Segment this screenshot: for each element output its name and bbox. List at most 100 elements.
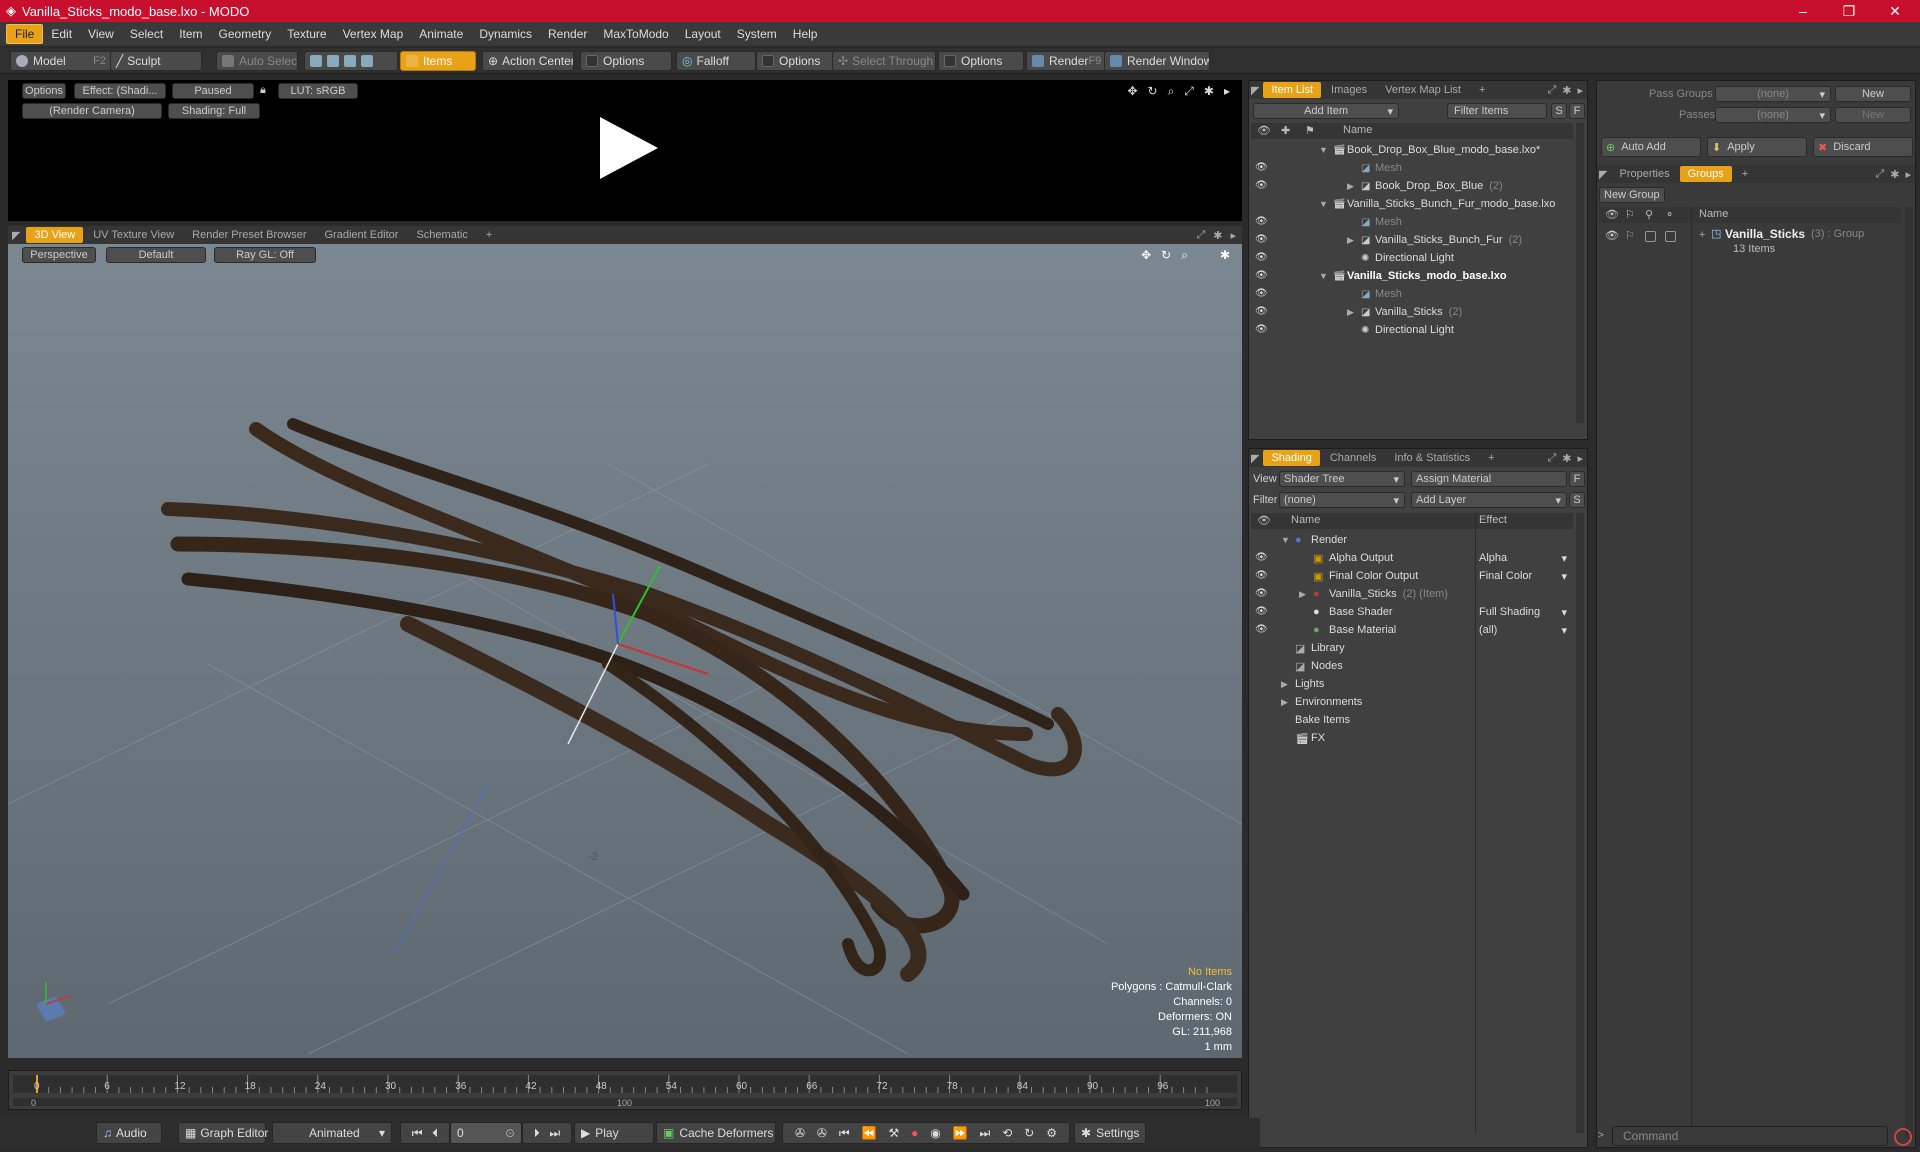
menu-item[interactable]: Item <box>171 25 210 43</box>
shader-tree-row[interactable]: 👁︎ ● Base Shader Full Shading ▾ <box>1251 603 1573 621</box>
shader-tree-scrollbar[interactable] <box>1576 513 1584 1133</box>
expand-arrow-icon[interactable]: ▶ <box>1281 679 1288 690</box>
transport-rewind-buttons[interactable]: ⏮ ⏴ <box>400 1122 450 1144</box>
tab-properties[interactable]: Properties <box>1611 166 1677 182</box>
shader-tree-row[interactable]: ▶ Environments <box>1251 693 1573 711</box>
materials-mode-icon[interactable] <box>361 55 373 67</box>
item-list-row[interactable]: ▼ 🎬︎ Book_Drop_Box_Blue_modo_base.lxo* <box>1251 141 1573 159</box>
tab-vertex-map-list[interactable]: Vertex Map List <box>1377 82 1469 98</box>
refresh-icon[interactable]: ↻ <box>1024 1126 1034 1140</box>
menu-maxtomodo[interactable]: MaxToModo <box>595 25 676 43</box>
group-row-vanilla-sticks[interactable]: 👁︎ ⚐ + ◳ Vanilla_Sticks (3) : Group 13 I… <box>1599 225 1901 259</box>
render-preview[interactable]: Options Effect: (Shadi... Paused 🔒︎ LUT:… <box>8 80 1242 221</box>
vertices-mode-icon[interactable] <box>310 55 322 67</box>
action-center-button[interactable]: ⊕ Action Center <box>482 51 574 71</box>
menu-file[interactable]: File <box>6 24 44 44</box>
menu-select[interactable]: Select <box>122 25 171 43</box>
item-list-row[interactable]: 👁︎ ◪ Mesh <box>1251 213 1573 231</box>
menu-help[interactable]: Help <box>785 25 826 43</box>
shader-tree-row[interactable]: 🎬︎ FX <box>1251 729 1573 747</box>
new-group-button[interactable]: New Group <box>1599 187 1665 203</box>
maximize-icon[interactable]: ⤢ <box>1184 84 1194 99</box>
tab-shading[interactable]: Shading <box>1263 450 1320 466</box>
shading-s-button[interactable]: S <box>1569 492 1585 508</box>
tab-groups[interactable]: Groups <box>1679 166 1732 182</box>
menu-system[interactable]: System <box>729 25 785 43</box>
maximize-icon[interactable]: ⤢ <box>1547 84 1556 97</box>
falloff-options-button[interactable]: Options <box>756 51 840 71</box>
tab-item-list[interactable]: Item List <box>1263 82 1322 98</box>
item-list-row[interactable]: 👁︎ ▶ ◪ Vanilla_Sticks_Bunch_Fur (2) <box>1251 231 1573 249</box>
visibility-eye-icon[interactable]: 👁︎ <box>1255 162 1268 174</box>
new-pass-group-button[interactable]: New <box>1835 86 1911 102</box>
cache-deformers-button[interactable]: ▣ Cache Deformers <box>656 1122 776 1144</box>
graph-editor-button[interactable]: ▦ Graph Editor <box>178 1122 268 1144</box>
tab-images[interactable]: Images <box>1323 82 1375 98</box>
item-list-row[interactable]: ▼ 🎬︎ Vanilla_Sticks_Bunch_Fur_modo_base.lx… <box>1251 195 1573 213</box>
shader-tree-row[interactable]: Bake Items <box>1251 711 1573 729</box>
select-through-options-button[interactable]: Options <box>938 51 1024 71</box>
expand-arrow-icon[interactable]: ▶ <box>1299 589 1306 600</box>
lut-dropdown[interactable]: LUT: sRGB <box>278 83 358 99</box>
3d-viewport[interactable]: Perspective Default Ray GL: Off ✥ ↻ ⌕ ✱ <box>8 244 1242 1058</box>
shader-tree-row[interactable]: 👁︎ ● Base Material (all) ▾ <box>1251 621 1573 639</box>
effect-dropdown[interactable]: Full Shading ▾ <box>1479 606 1569 619</box>
visibility-eye-icon[interactable]: 👁︎ <box>1605 229 1619 242</box>
tab-info-statistics[interactable]: Info & Statistics <box>1386 450 1478 466</box>
expand-arrow-icon[interactable]: ▶ <box>1347 307 1354 318</box>
close-button[interactable]: ✕ <box>1872 0 1918 22</box>
frame-input[interactable]: 0 ⊙ <box>450 1122 522 1144</box>
tab-schematic[interactable]: Schematic <box>408 227 475 243</box>
arrow-right-icon[interactable]: ▸ <box>1905 168 1911 181</box>
record-icon[interactable]: ● <box>911 1126 918 1140</box>
menu-texture[interactable]: Texture <box>279 25 334 43</box>
minimize-button[interactable]: – <box>1780 0 1826 22</box>
render-window-button[interactable]: Render Window <box>1104 51 1210 71</box>
tab-3d-view[interactable]: 3D View <box>26 227 84 243</box>
tab-uv-texture-view[interactable]: UV Texture View <box>85 227 182 243</box>
next-key-icon[interactable]: ⏭ <box>980 1126 991 1141</box>
shader-tree-row[interactable]: ▼ ● Render <box>1251 531 1573 549</box>
filter-items-input[interactable]: Filter Items <box>1447 103 1547 119</box>
prev-frame-icon[interactable]: ⏪ <box>862 1126 877 1140</box>
visibility-eye-icon[interactable]: 👁︎ <box>1255 270 1268 282</box>
maximize-icon[interactable]: ⤢ <box>1547 452 1556 465</box>
key-filter-icon[interactable]: ◉ <box>930 1126 940 1140</box>
visibility-eye-icon[interactable]: 👁︎ <box>1255 216 1268 228</box>
expand-icon[interactable]: + <box>1699 229 1705 241</box>
key-icon[interactable]: ✇ <box>795 1126 805 1140</box>
tab-channels[interactable]: Channels <box>1322 450 1384 466</box>
transport-forward-buttons[interactable]: ⏵ ⏭ <box>522 1122 572 1144</box>
add-tab-button[interactable]: + <box>1734 166 1756 182</box>
pan-icon[interactable]: ✥ <box>1127 84 1137 99</box>
shader-tree-row[interactable]: ▶ Lights <box>1251 675 1573 693</box>
visibility-eye-icon[interactable]: 👁︎ <box>1255 306 1268 318</box>
add-tab-button[interactable]: + <box>1480 450 1502 466</box>
edges-mode-icon[interactable] <box>327 55 339 67</box>
shader-tree-row[interactable]: ◪ Library <box>1251 639 1573 657</box>
discard-button[interactable]: ✖ Discard <box>1813 137 1913 157</box>
skip-start-icon[interactable]: ⏮ <box>412 1126 423 1141</box>
lock-icon[interactable]: 🔒︎ <box>260 84 266 97</box>
menu-edit[interactable]: Edit <box>43 25 80 43</box>
loop-icon[interactable]: ⟲ <box>1002 1126 1012 1140</box>
menu-animate[interactable]: Animate <box>411 25 471 43</box>
menu-layout[interactable]: Layout <box>677 25 729 43</box>
visibility-eye-icon[interactable]: 👁︎ <box>1255 324 1268 336</box>
render-toggle-icon[interactable]: ⚐ <box>1625 229 1635 242</box>
expand-arrow-icon[interactable]: ▼ <box>1319 145 1328 155</box>
gear-icon[interactable]: ✱ <box>1213 229 1222 242</box>
next-frame-icon[interactable]: ⏩ <box>953 1126 968 1140</box>
auto-key-icon[interactable]: ⚒ <box>888 1126 899 1140</box>
prev-key-icon[interactable]: ⏮ <box>839 1126 850 1141</box>
menu-render[interactable]: Render <box>540 25 595 43</box>
visibility-eye-icon[interactable]: 👁︎ <box>1255 570 1268 582</box>
model-button[interactable]: Model F2 <box>10 51 112 71</box>
item-list-row[interactable]: 👁︎ ✺ Directional Light <box>1251 249 1573 267</box>
expand-arrow-icon[interactable]: ▶ <box>1347 181 1354 192</box>
gear-icon[interactable]: ✱ <box>1204 84 1214 99</box>
gear-icon[interactable]: ✱ <box>1890 168 1899 181</box>
polygons-mode-icon[interactable] <box>344 55 356 67</box>
play-button[interactable]: ▶ Play <box>574 1122 654 1144</box>
menu-dynamics[interactable]: Dynamics <box>471 25 540 43</box>
